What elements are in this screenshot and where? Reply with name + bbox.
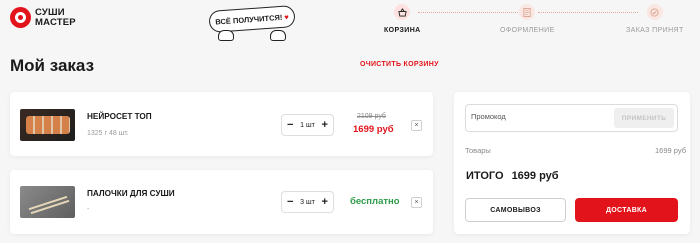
apply-promo-button[interactable]: ПРИМЕНИТЬ <box>614 108 674 128</box>
basket-icon <box>394 4 411 20</box>
item-name[interactable]: ПАЛОЧКИ ДЛЯ СУШИ <box>87 189 175 198</box>
cart-item: ПАЛОЧКИ ДЛЯ СУШИ - − 3 шт + бесплатно × <box>10 170 433 234</box>
quantity-value: 3 шт <box>300 198 315 206</box>
mascot-sign: ВСЁ ПОЛУЧИТСЯ! ♥ <box>208 5 296 33</box>
item-price: бесплатно <box>350 196 400 207</box>
form-icon <box>519 4 536 20</box>
item-description: - <box>87 206 90 213</box>
page-title: Мой заказ <box>10 56 95 75</box>
product-image <box>20 186 75 218</box>
increase-button[interactable]: + <box>322 119 328 131</box>
decrease-button[interactable]: − <box>287 119 293 131</box>
quantity-value: 1 шт <box>300 121 315 129</box>
increase-button[interactable]: + <box>322 196 328 208</box>
remove-item-button[interactable]: × <box>411 197 422 208</box>
checkout-steps: КОРЗИНА ОФОРМЛЕНИЕ ЗАКАЗ ПРИНЯТ <box>380 4 700 44</box>
heart-icon: ♥ <box>283 11 290 22</box>
check-icon <box>646 4 663 20</box>
step-cart[interactable]: КОРЗИНА <box>384 4 421 34</box>
logo-line-1: СУШИ <box>35 6 65 18</box>
step-label: ОФОРМЛЕНИЕ <box>500 27 555 34</box>
product-image <box>20 109 75 141</box>
quantity-stepper: − 1 шт + <box>281 114 334 136</box>
step-checkout[interactable]: ОФОРМЛЕНИЕ <box>500 4 555 34</box>
pickup-button[interactable]: САМОВЫВОЗ <box>465 198 566 222</box>
goods-value: 1699 руб <box>655 146 686 155</box>
clear-cart-button[interactable]: ОЧИСТИТЬ КОРЗИНУ <box>360 61 439 68</box>
step-label: ЗАКАЗ ПРИНЯТ <box>626 27 684 34</box>
cart-item: НЕЙРОСЕТ ТОП 1325 г 48 шт. − 1 шт + 2109… <box>10 92 433 156</box>
logo-icon <box>10 7 31 28</box>
item-description: 1325 г 48 шт. <box>87 130 129 137</box>
mascot-text: ВСЁ ПОЛУЧИТСЯ! <box>214 12 283 27</box>
old-price: 2109 руб <box>357 113 386 120</box>
remove-item-button[interactable]: × <box>411 120 422 131</box>
decrease-button[interactable]: − <box>287 196 293 208</box>
header: СУШИ МАСТЕР ВСЁ ПОЛУЧИТСЯ! ♥ КОРЗИНА ОФО… <box>0 0 700 46</box>
total-value: 1699 руб <box>511 170 559 182</box>
item-name[interactable]: НЕЙРОСЕТ ТОП <box>87 112 152 121</box>
step-label: КОРЗИНА <box>384 27 421 34</box>
paw-icon <box>218 30 234 41</box>
promo-input[interactable]: Промокод <box>471 112 506 121</box>
logo[interactable]: СУШИ МАСТЕР <box>10 7 76 28</box>
logo-line-2: МАСТЕР <box>35 16 76 28</box>
paw-icon <box>270 30 286 41</box>
step-accepted[interactable]: ЗАКАЗ ПРИНЯТ <box>626 4 684 34</box>
quantity-stepper: − 3 шт + <box>281 191 334 213</box>
delivery-button[interactable]: ДОСТАВКА <box>575 198 678 222</box>
mascot-banner: ВСЁ ПОЛУЧИТСЯ! ♥ <box>206 5 298 43</box>
goods-label: Товары <box>465 146 491 155</box>
order-total: ИТОГО 1699 руб <box>466 170 559 182</box>
total-label: ИТОГО <box>466 170 504 182</box>
item-price: 1699 руб <box>353 124 394 135</box>
logo-text: СУШИ МАСТЕР <box>35 6 76 28</box>
promo-field[interactable]: Промокод ПРИМЕНИТЬ <box>465 104 678 132</box>
